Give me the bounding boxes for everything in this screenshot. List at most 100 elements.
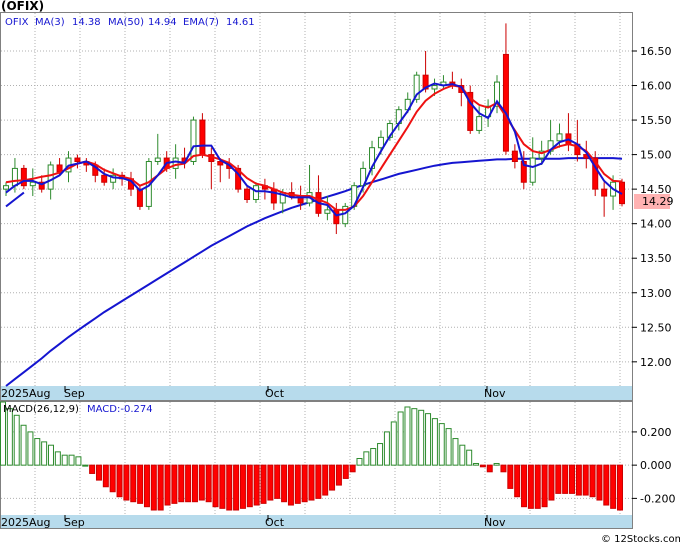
macd-bar	[569, 464, 576, 494]
macd-bar	[349, 464, 356, 473]
macd-bar	[514, 464, 521, 498]
macd-axis-band	[1, 515, 632, 528]
candle-body	[476, 116, 483, 131]
price-axis-band	[1, 386, 632, 400]
date-label: Sep	[64, 516, 85, 529]
macd-bar	[479, 464, 486, 468]
price-tick-label: 12.50	[640, 321, 672, 334]
macd-bar	[116, 464, 123, 498]
candle	[467, 85, 474, 134]
macd-bar	[459, 444, 466, 466]
legend-ticker: OFIX	[5, 17, 29, 28]
candle-body	[556, 133, 563, 142]
macd-bar	[219, 464, 226, 509]
macd-bar	[390, 421, 397, 466]
price-legend: OFIX MA(3) 14.38 MA(50) 14.94 EMA(7) 14.…	[5, 17, 255, 28]
macd-bar	[75, 456, 82, 466]
macd-bar	[212, 464, 219, 508]
chart-title: (OFIX)	[1, 0, 44, 13]
candle-body	[3, 185, 9, 190]
price-tick-label: 15.50	[640, 114, 672, 127]
macd-bar	[27, 431, 34, 466]
macd-bar	[555, 464, 562, 494]
candle-body	[324, 209, 331, 214]
candle-body	[270, 188, 277, 204]
macd-bar	[109, 464, 116, 493]
macd-bar	[610, 464, 617, 509]
price-tick-label: 13.50	[640, 252, 672, 265]
macd-bar	[493, 462, 500, 466]
macd-bar	[473, 462, 480, 466]
candle-body	[172, 157, 179, 169]
macd-bar	[575, 464, 582, 496]
macd-bar	[61, 454, 68, 466]
macd-bar	[150, 464, 157, 511]
macd-bar	[260, 464, 267, 504]
macd-bar	[41, 441, 48, 466]
last-price-tag: 14.29	[642, 195, 674, 208]
macd-legend-value: MACD:-0.274	[87, 404, 153, 415]
candle-body	[244, 188, 251, 200]
legend-ema7-label: EMA(7)	[183, 17, 219, 28]
macd-bar	[205, 464, 212, 503]
macd-tick-label: -0.200	[640, 492, 675, 505]
macd-bar	[418, 409, 425, 466]
macd-bar	[82, 464, 89, 467]
candle	[199, 113, 206, 159]
macd-bar	[527, 464, 534, 509]
macd-bar	[329, 464, 336, 491]
candle-body	[29, 181, 36, 187]
macd-bar	[123, 464, 130, 501]
macd-tick-label: 0.000	[640, 459, 672, 472]
macd-bar	[315, 464, 322, 499]
price-tick-label: 16.00	[640, 80, 672, 93]
macd-bar	[246, 464, 253, 508]
candle-body	[101, 174, 108, 183]
macd-bar	[95, 464, 102, 481]
macd-bar	[500, 464, 507, 473]
macd-bar	[589, 464, 596, 498]
macd-bar	[431, 418, 438, 466]
candle-body	[377, 136, 384, 149]
price-tick-label: 12.00	[640, 356, 672, 369]
credit-text: © 12Stocks.com	[601, 534, 680, 545]
candle-body	[20, 167, 27, 187]
macd-bar	[363, 451, 370, 466]
macd-bar	[617, 464, 623, 511]
candle-body	[431, 85, 438, 90]
macd-bar	[452, 438, 459, 466]
macd-bar	[253, 464, 260, 506]
candle-body	[252, 185, 259, 200]
macd-bar	[157, 464, 164, 511]
macd-bar	[425, 413, 432, 466]
legend-ma3-value: 14.38	[72, 17, 101, 28]
candle	[342, 202, 349, 228]
macd-axis: 0.200 0.000 -0.200	[632, 426, 675, 505]
price-tick-label: 14.00	[640, 218, 672, 231]
stock-chart: 16.5016.0015.5015.0014.5014.0013.5013.00…	[0, 0, 680, 545]
macd-bar	[233, 464, 240, 511]
macd-bar	[198, 464, 205, 501]
date-label: Sep	[64, 387, 85, 400]
macd-bar	[370, 448, 377, 466]
candle-body	[11, 167, 18, 187]
macd-bar	[6, 408, 13, 466]
macd-bar	[34, 438, 41, 466]
macd-bar	[562, 464, 569, 494]
date-label: 2025Aug	[1, 387, 50, 400]
macd-bar	[445, 428, 452, 466]
macd-bar	[226, 464, 233, 511]
candle	[20, 164, 27, 190]
candle-body	[47, 164, 54, 190]
macd-bar	[102, 464, 109, 488]
macd-bar	[267, 464, 274, 501]
candle-body	[601, 188, 608, 197]
candle-body	[136, 188, 143, 207]
macd-bar	[171, 464, 178, 504]
macd-bar	[89, 464, 96, 474]
macd-bar	[507, 464, 514, 489]
macd-bar	[521, 464, 528, 508]
macd-bar	[486, 464, 493, 473]
macd-bar	[411, 408, 418, 466]
macd-bar	[322, 464, 329, 496]
